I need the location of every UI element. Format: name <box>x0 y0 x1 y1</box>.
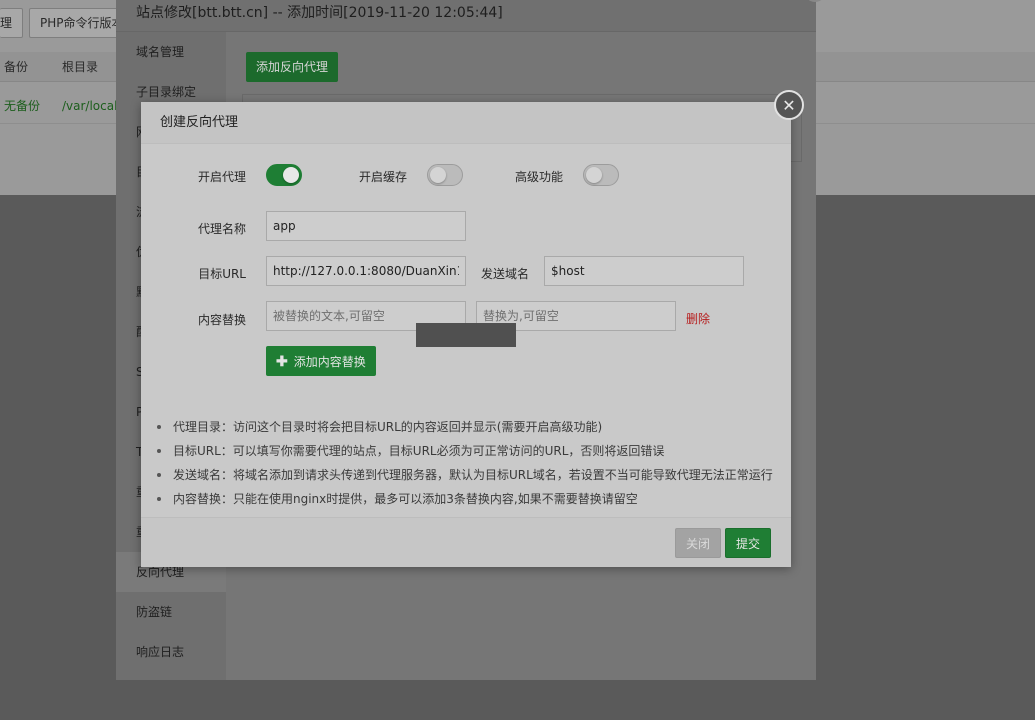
proxy-name-input[interactable] <box>266 211 466 241</box>
send-domain-label: 发送域名 <box>480 267 529 281</box>
background-toolbar: 理 PHP命令行版本 <box>0 8 135 38</box>
root-dir-cell[interactable]: /var/local <box>62 99 117 113</box>
backup-cell[interactable]: 无备份 <box>4 97 62 114</box>
advanced-features-toggle[interactable] <box>583 164 619 186</box>
submit-button[interactable]: 提交 <box>725 528 771 558</box>
site-window-title: 站点修改[btt.btt.cn] -- 添加时间[2019-11-20 12:0… <box>116 0 816 32</box>
target-url-input[interactable] <box>266 256 466 286</box>
plus-icon: ✚ <box>276 353 288 369</box>
delete-replace-link[interactable]: 删除 <box>686 310 710 327</box>
list-item: 内容替换：只能在使用nginx时提供，最多可以添加3条替换内容,如果不需要替换请… <box>157 487 777 511</box>
toolbar-button-manage[interactable]: 理 <box>0 8 24 38</box>
list-item: 发送域名：将域名添加到请求头传递到代理服务器，默认为目标URL域名，若设置不当可… <box>157 463 777 487</box>
create-reverse-proxy-dialog: 创建反向代理 ✕ 开启代理 开启缓存 高级功能 代理名称 目标URL 发送域名 … <box>141 90 804 567</box>
enable-proxy-label: 开启代理 <box>197 170 246 184</box>
dialog-footer: 关闭 提交 <box>141 517 791 567</box>
dialog-body: 开启代理 开启缓存 高级功能 代理名称 目标URL 发送域名 内容替换 删除 ✚… <box>141 145 791 517</box>
enable-cache-toggle[interactable] <box>427 164 463 186</box>
enable-proxy-toggle[interactable] <box>266 164 302 186</box>
add-reverse-proxy-button[interactable]: 添加反向代理 <box>246 52 339 82</box>
toggle-knob <box>586 167 602 183</box>
column-header-backup: 备份 <box>4 60 29 74</box>
tooltip-popup <box>416 323 516 347</box>
list-item: 代理目录：访问这个目录时将会把目标URL的内容返回并显示(需要开启高级功能) <box>157 415 777 439</box>
close-button[interactable]: 关闭 <box>675 528 721 558</box>
proxy-name-label: 代理名称 <box>197 222 246 236</box>
content-replace-label: 内容替换 <box>197 313 246 327</box>
sidebar-item-log[interactable]: 响应日志 <box>116 632 226 672</box>
toggle-knob <box>283 167 299 183</box>
column-header-root: 根目录 <box>62 60 99 74</box>
dialog-title: 创建反向代理 <box>141 102 791 144</box>
help-tips-list: 代理目录：访问这个目录时将会把目标URL的内容返回并显示(需要开启高级功能) 目… <box>157 415 777 511</box>
toggle-knob <box>430 167 446 183</box>
enable-cache-label: 开启缓存 <box>358 170 407 184</box>
list-item: 目标URL：可以填写你需要代理的站点，目标URL必须为可正常访问的URL，否则将… <box>157 439 777 463</box>
send-domain-input[interactable] <box>544 256 744 286</box>
sidebar-item-domain[interactable]: 域名管理 <box>116 32 226 72</box>
target-url-label: 目标URL <box>198 267 246 281</box>
close-icon[interactable]: ✕ <box>774 90 804 120</box>
add-content-replace-label: 添加内容替换 <box>293 354 366 369</box>
sidebar-item-hotlink[interactable]: 防盗链 <box>116 592 226 632</box>
add-content-replace-button[interactable]: ✚ 添加内容替换 <box>266 346 376 376</box>
advanced-features-label: 高级功能 <box>514 170 563 184</box>
